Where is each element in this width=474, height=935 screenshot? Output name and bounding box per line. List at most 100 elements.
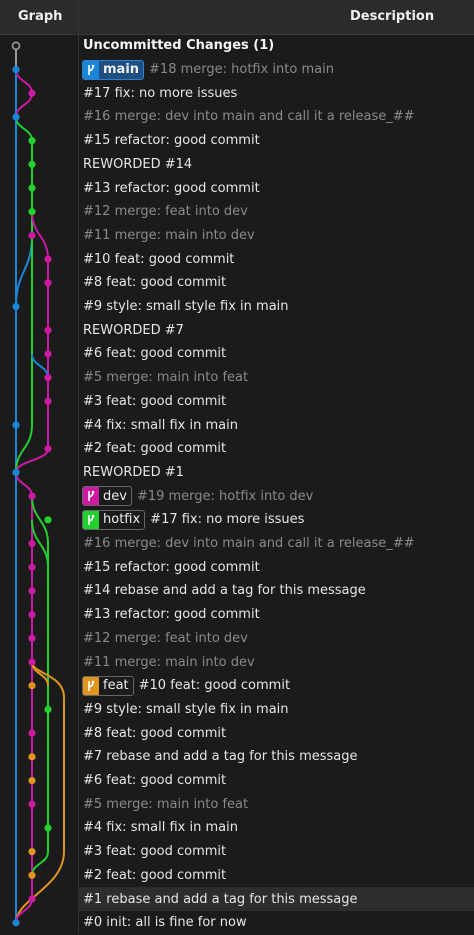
commit-row[interactable]: #3 feat: good commit xyxy=(78,390,474,414)
commit-message: #12 merge: feat into dev xyxy=(83,630,248,646)
commit-message: #1 rebase and add a tag for this message xyxy=(83,891,358,907)
commit-row[interactable]: Uncommitted Changes (1) xyxy=(78,34,474,58)
commit-row[interactable]: #10 feat: good commit xyxy=(78,247,474,271)
commit-node[interactable] xyxy=(28,587,36,595)
graph-merge-curve xyxy=(15,898,33,923)
commit-node[interactable] xyxy=(28,539,36,548)
commit-row[interactable]: #7 rebase and add a tag for this message xyxy=(78,745,474,769)
commit-row[interactable]: #14 rebase and add a tag for this messag… xyxy=(78,579,474,603)
commit-node[interactable] xyxy=(28,231,36,240)
commit-node[interactable] xyxy=(28,682,36,690)
commit-message: #18 merge: hotfix into main xyxy=(149,62,334,78)
commit-row[interactable]: REWORDED #1 xyxy=(78,461,474,485)
commit-node[interactable] xyxy=(12,302,20,311)
commit-node[interactable] xyxy=(28,895,36,903)
commit-node[interactable] xyxy=(44,326,52,334)
commit-row[interactable]: #11 merge: main into dev xyxy=(78,224,474,248)
commit-row[interactable]: dev #19 merge: hotfix into dev xyxy=(78,484,474,508)
commit-row[interactable]: #5 merge: main into feat xyxy=(78,366,474,390)
commit-node[interactable] xyxy=(28,871,36,879)
commit-row[interactable]: #12 merge: feat into dev xyxy=(78,627,474,651)
commit-row[interactable]: #17 fix: no more issues xyxy=(78,81,474,105)
commit-node[interactable] xyxy=(28,563,36,571)
commit-row[interactable]: #4 fix: small fix in main xyxy=(78,413,474,437)
commit-node[interactable] xyxy=(28,137,36,145)
branch-tag-feat[interactable]: feat xyxy=(78,675,134,696)
commit-node[interactable] xyxy=(28,492,36,500)
graph-column-header[interactable]: Graph xyxy=(18,0,62,34)
commit-node[interactable] xyxy=(12,468,20,477)
commit-node[interactable] xyxy=(28,848,36,856)
commit-row[interactable]: #6 feat: good commit xyxy=(78,342,474,366)
commit-node[interactable] xyxy=(44,255,52,263)
commit-row[interactable]: #3 feat: good commit xyxy=(78,840,474,864)
commit-node[interactable] xyxy=(44,350,52,358)
graph-merge-curve xyxy=(31,353,49,378)
commit-row[interactable]: #8 feat: good commit xyxy=(78,721,474,745)
commit-node[interactable] xyxy=(44,374,52,382)
commit-message: #8 feat: good commit xyxy=(83,275,227,291)
commit-node[interactable] xyxy=(12,65,20,74)
commit-node[interactable] xyxy=(28,184,36,192)
commit-row[interactable]: main #18 merge: hotfix into main xyxy=(78,58,474,82)
commit-row[interactable]: feat #10 feat: good commit xyxy=(78,674,474,698)
graph-merge-curve xyxy=(15,116,33,141)
commit-list: Uncommitted Changes (1) main #18 merge: ho… xyxy=(78,34,474,934)
branch-tag-main[interactable]: main xyxy=(78,59,145,80)
commit-node[interactable] xyxy=(28,160,36,168)
commit-message: #7 rebase and add a tag for this message xyxy=(83,749,358,765)
commit-node[interactable] xyxy=(28,658,36,666)
commit-node[interactable] xyxy=(28,208,36,216)
commit-row[interactable]: REWORDED #7 xyxy=(78,318,474,342)
commit-node[interactable] xyxy=(28,634,36,642)
commit-node[interactable] xyxy=(28,753,36,761)
branch-icon xyxy=(83,487,99,506)
uncommitted-node[interactable] xyxy=(11,41,21,51)
commit-message: #0 init: all is fine for now xyxy=(83,915,247,931)
commit-row[interactable]: #15 refactor: good commit xyxy=(78,129,474,153)
commit-message: #11 merge: main into dev xyxy=(83,654,255,670)
commit-node[interactable] xyxy=(44,516,52,524)
commit-row[interactable]: #11 merge: main into dev xyxy=(78,650,474,674)
commit-row[interactable]: #5 merge: main into feat xyxy=(78,792,474,816)
commit-row[interactable]: #6 feat: good commit xyxy=(78,769,474,793)
commit-node[interactable] xyxy=(28,800,36,808)
commit-graph xyxy=(11,41,65,927)
commit-node[interactable] xyxy=(44,445,52,453)
commit-row[interactable]: #13 refactor: good commit xyxy=(78,603,474,627)
commit-row[interactable]: #2 feat: good commit xyxy=(78,864,474,888)
commit-row[interactable]: #12 merge: feat into dev xyxy=(78,200,474,224)
description-column-header[interactable]: Description xyxy=(350,0,434,34)
commit-node[interactable] xyxy=(12,919,20,927)
commit-row[interactable]: #15 refactor: good commit xyxy=(78,555,474,579)
commit-message: #2 feat: good commit xyxy=(83,441,227,457)
commit-row[interactable]: #9 style: small style fix in main xyxy=(78,295,474,319)
commit-message: #15 refactor: good commit xyxy=(83,133,260,149)
commit-row[interactable]: #13 refactor: good commit xyxy=(78,176,474,200)
commit-row[interactable]: #9 style: small style fix in main xyxy=(78,698,474,722)
commit-node[interactable] xyxy=(28,729,36,737)
branch-tag-dev[interactable]: dev xyxy=(78,486,132,507)
commit-node[interactable] xyxy=(44,705,52,714)
commit-row[interactable]: REWORDED #14 xyxy=(78,153,474,177)
commit-message: #3 feat: good commit xyxy=(83,844,227,860)
branch-tag-label: main xyxy=(103,62,140,78)
commit-row[interactable]: #8 feat: good commit xyxy=(78,271,474,295)
branch-tag-hotfix[interactable]: hotfix xyxy=(78,509,146,530)
commit-row[interactable]: #1 rebase and add a tag for this message xyxy=(78,887,474,911)
graph-merge-curve xyxy=(31,851,49,876)
commit-node[interactable] xyxy=(12,421,20,429)
commit-node[interactable] xyxy=(44,279,52,287)
commit-row[interactable]: #16 merge: dev into main and call it a r… xyxy=(78,532,474,556)
commit-node[interactable] xyxy=(28,89,36,97)
commit-node[interactable] xyxy=(28,776,36,785)
commit-node[interactable] xyxy=(12,113,20,121)
commit-row[interactable]: #2 feat: good commit xyxy=(78,437,474,461)
commit-row[interactable]: #4 fix: small fix in main xyxy=(78,816,474,840)
commit-row[interactable]: #0 init: all is fine for now xyxy=(78,911,474,935)
commit-row[interactable]: #16 merge: dev into main and call it a r… xyxy=(78,105,474,129)
commit-node[interactable] xyxy=(28,611,36,619)
commit-node[interactable] xyxy=(44,824,52,832)
commit-node[interactable] xyxy=(44,397,52,405)
commit-row[interactable]: hotfix #17 fix: no more issues xyxy=(78,508,474,532)
